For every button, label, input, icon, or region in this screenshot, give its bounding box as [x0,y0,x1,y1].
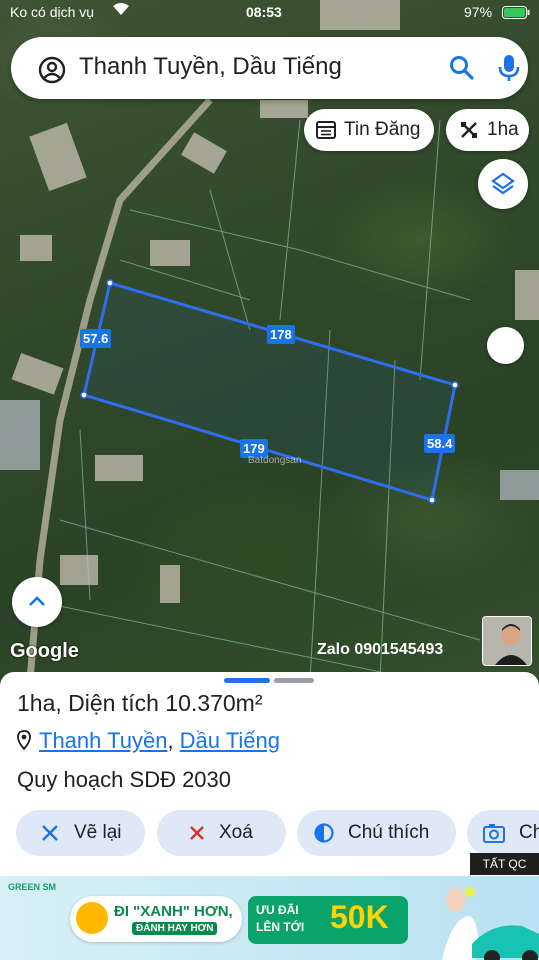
place-sheet[interactable]: 1ha, Diện tích 10.370m² Thanh Tuyền, Dầu… [0,672,539,880]
map-watermark: Batdongsan [248,455,302,466]
ad-brand: GREEN SM [8,882,57,892]
avatar[interactable] [482,616,532,666]
satellite-map[interactable]: Ko có dịch vụ 08:53 97% Thanh Tuyền, Dầu… [0,0,539,680]
redraw-button[interactable]: Vẽ lại [16,810,145,856]
contrast-icon [314,823,334,843]
ad-promo-2: LÊN TỚI [256,920,305,934]
measure-chip[interactable]: 1ha [446,109,529,151]
redraw-label: Vẽ lại [74,822,122,843]
battery-icon [502,6,530,22]
ruler-icon [40,823,60,843]
ad-slogan-1: ĐI "XANH" HƠN, [114,903,233,920]
location-line: Thanh Tuyền, Dầu Tiếng [17,728,280,756]
close-icon [189,825,205,841]
zalo-contact[interactable]: Zalo 0901545493 [317,641,443,659]
listings-icon [316,121,336,139]
ad-promo-1: ƯU ĐÃI [256,903,299,917]
search-query[interactable]: Thanh Tuyền, Dầu Tiếng [79,53,342,81]
planning-text: Quy hoạch SDĐ 2030 [17,767,232,792]
status-bar: Ko có dịch vụ 08:53 97% [0,0,539,28]
account-icon[interactable] [38,56,66,84]
clock-text: 08:53 [246,4,282,20]
district-link[interactable]: Dầu Tiếng [180,728,280,753]
ad-coin-icon [76,902,108,934]
ruler-icon [459,120,479,140]
layers-button[interactable] [478,159,528,209]
sheet-page-indicator [274,678,314,683]
carrier-text: Ko có dịch vụ [10,4,95,20]
chevron-up-icon [27,594,47,613]
microphone-icon[interactable] [497,53,521,88]
edge-label-left: 57.6 [80,329,112,348]
listings-chip[interactable]: Tin Đăng [304,109,434,151]
layers-icon [491,172,515,201]
area-heading: 1ha, Diện tích 10.370m² [17,690,263,716]
ad-slogan-pill: ĐI "XANH" HƠN, ĐÁNH HAY HƠN [70,896,242,942]
search-bar[interactable]: Thanh Tuyền, Dầu Tiếng [11,37,528,99]
search-icon[interactable] [449,55,475,86]
ward-link[interactable]: Thanh Tuyền [39,728,167,753]
area-short: 1ha [17,690,56,716]
pin-icon [17,730,31,756]
ad-banner[interactable]: GREEN SM ĐI "XANH" HƠN, ĐÁNH HAY HƠN ƯU … [0,876,539,960]
close-ad-button[interactable]: TẤT QC [470,853,539,875]
camera-icon [483,823,505,843]
wifi-icon [112,2,130,19]
ad-promo-value: 50K [330,899,389,935]
edge-label-right: 58.4 [424,434,456,453]
capture-button[interactable]: Ch [467,810,539,856]
compass-button[interactable] [487,327,524,364]
expand-button[interactable] [12,577,62,627]
listings-label: Tin Đăng [344,119,421,140]
ad-car-illustration [442,887,539,960]
legend-button[interactable]: Chú thích [297,810,456,856]
area-label: Diện tích 10.370m² [68,690,263,716]
google-logo: Google [10,640,79,662]
delete-label: Xoá [219,822,253,843]
battery-text: 97% [464,4,493,20]
ad-slogan-2: ĐÁNH HAY HƠN [132,922,218,935]
sheet-page-indicator-active [224,678,270,683]
edge-label-top: 178 [267,325,295,344]
legend-label: Chú thích [348,822,430,843]
ad-promo-box: ƯU ĐÃI LÊN TỚI 50K [248,896,408,944]
capture-label: Ch [519,822,539,843]
measure-label: 1ha [487,119,519,140]
delete-button[interactable]: Xoá [157,810,286,856]
